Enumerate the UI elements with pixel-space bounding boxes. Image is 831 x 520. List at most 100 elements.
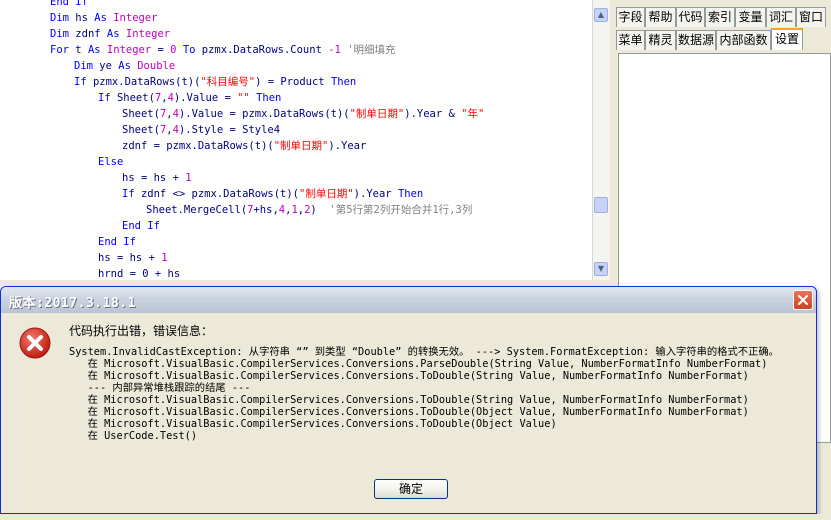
tab-5[interactable]: 词汇 <box>766 7 796 27</box>
error-detail-line: 在 Microsoft.VisualBasic.CompilerServices… <box>69 406 749 418</box>
dialog-titlebar[interactable]: 版本:2017.3.18.1 <box>1 287 816 313</box>
code-line[interactable]: Sheet(7,4).Style = Style4 <box>122 122 280 138</box>
tab-0[interactable]: 菜单 <box>616 30 645 50</box>
code-token: 1 <box>161 252 168 264</box>
code-token: hs <box>75 12 95 24</box>
code-token: t <box>75 44 88 56</box>
code-line[interactable]: End If <box>98 234 136 250</box>
code-token: Then <box>256 92 282 104</box>
code-token: ) <box>310 204 330 216</box>
code-token: ).Value = <box>173 92 238 104</box>
code-line[interactable]: Sheet.MergeCell(7+hs,4,1,2) '第5行第2列开始合并1… <box>146 202 472 218</box>
code-token: "年" <box>461 108 485 120</box>
code-token: "制单日期" <box>299 188 354 200</box>
code-token: Then <box>330 76 357 88</box>
code-token: ).Year <box>328 140 367 152</box>
code-token: End If <box>50 0 88 8</box>
code-token: As <box>87 44 107 56</box>
code-token: Double <box>137 60 176 72</box>
code-token: = <box>157 44 171 56</box>
code-token: Dim <box>74 60 100 72</box>
editor-vertical-scrollbar[interactable]: ▲ ▼ <box>592 0 610 280</box>
tab-2[interactable]: 数据源 <box>676 30 716 50</box>
code-token: End If <box>122 220 160 232</box>
error-details: System.InvalidCastException: 从字符串 “” 到类型… <box>69 346 779 442</box>
code-token: hs = hs + <box>98 252 162 264</box>
code-token: Sheet( <box>116 92 155 104</box>
code-line[interactable]: If zdnf <> pzmx.DataRows(t)("制单日期").Year… <box>122 186 423 202</box>
code-line[interactable]: If pzmx.DataRows(t)("科目编号") = Product Th… <box>74 74 356 90</box>
dialog-title: 版本:2017.3.18.1 <box>9 296 136 311</box>
code-token: If <box>98 92 117 104</box>
code-token: ye <box>99 60 119 72</box>
code-token: Dim <box>50 28 76 40</box>
code-token: '明细填充 <box>347 44 396 56</box>
code-token: "科目编号" <box>200 76 256 88</box>
tab-0[interactable]: 字段 <box>616 7 645 27</box>
arrow-down-icon[interactable]: ▼ <box>594 262 608 276</box>
status-strip <box>0 514 831 520</box>
code-token: hrnd = 0 + hs <box>98 268 181 280</box>
tab-2[interactable]: 代码 <box>676 7 705 27</box>
code-token: -1 <box>328 44 348 56</box>
code-token: zdnf <box>75 28 107 40</box>
code-token: +hs, <box>253 204 279 216</box>
tab-1[interactable]: 帮助 <box>645 7 676 27</box>
tab-6[interactable]: 窗口 <box>796 7 826 27</box>
error-detail-line: System.InvalidCastException: 从字符串 “” 到类型… <box>69 346 779 358</box>
code-token: If <box>74 76 93 88</box>
code-token: Then <box>397 188 424 200</box>
code-line[interactable]: For t As Integer = 0 To pzmx.DataRows.Co… <box>50 42 396 58</box>
code-line[interactable]: hrnd = 0 + hs <box>98 266 180 280</box>
code-token: "" <box>237 92 257 104</box>
code-line[interactable]: Dim hs As Integer <box>50 10 158 26</box>
code-token: zdnf <> pzmx.DataRows(t)( <box>140 188 300 200</box>
error-message: 代码执行出错，错误信息： <box>69 324 214 338</box>
error-detail-line: 在 Microsoft.VisualBasic.CompilerServices… <box>69 370 749 382</box>
ok-button[interactable]: 确定 <box>374 479 448 499</box>
code-token: '第5行第2列开始合并1行,3列 <box>329 204 473 216</box>
code-token: As <box>118 60 138 72</box>
code-token: Else <box>98 156 124 168</box>
code-line[interactable]: End If <box>50 0 88 10</box>
tab-3[interactable]: 索引 <box>705 7 735 27</box>
code-token: ).Year & <box>404 108 462 120</box>
code-token: Integer <box>113 12 158 24</box>
code-token: Sheet.MergeCell( <box>146 204 248 216</box>
code-line[interactable]: zdnf = pzmx.DataRows(t)("制单日期").Year <box>122 138 366 154</box>
code-token: pzmx.DataRows.Count <box>201 44 329 56</box>
code-token: If <box>122 188 141 200</box>
code-token: ).Year <box>353 188 398 200</box>
code-token: 0 <box>170 44 183 56</box>
code-editor[interactable]: End If Dim hs As Integer Dim zdnf As Integ… <box>0 0 592 280</box>
code-token: As <box>106 28 126 40</box>
tab-1[interactable]: 精灵 <box>645 30 676 50</box>
code-token: Sheet( <box>122 124 160 136</box>
error-detail-line: 在 Microsoft.VisualBasic.CompilerServices… <box>69 358 768 370</box>
tab-3[interactable]: 内部函数 <box>716 30 771 50</box>
code-token: ).Value = pzmx.DataRows(t)( <box>178 108 350 120</box>
code-token: hs = hs + <box>122 172 186 184</box>
tab-4[interactable]: 设置 <box>771 28 803 50</box>
code-line[interactable]: Sheet(7,4).Value = pzmx.DataRows(t)("制单日… <box>122 106 484 122</box>
code-token: pzmx.DataRows(t)( <box>92 76 201 88</box>
code-token: For <box>50 44 76 56</box>
code-line[interactable]: Dim ye As Double <box>74 58 175 74</box>
code-line[interactable]: hs = hs + 1 <box>122 170 192 186</box>
close-button[interactable] <box>793 290 813 310</box>
code-token: Integer <box>106 44 158 56</box>
error-icon <box>19 327 51 359</box>
scrollbar-thumb[interactable] <box>594 197 608 213</box>
code-line[interactable]: If Sheet(7,4).Value = "" Then <box>98 90 281 106</box>
arrow-up-icon[interactable]: ▲ <box>594 8 608 22</box>
error-detail-line: 在 Microsoft.VisualBasic.CompilerServices… <box>69 418 557 430</box>
error-dialog: 版本:2017.3.18.1 代码执行出错，错误信息： System.Inval… <box>0 286 817 514</box>
code-token: As <box>94 12 114 24</box>
tab-4[interactable]: 变量 <box>735 7 766 27</box>
code-line[interactable]: Else <box>98 154 123 170</box>
code-line[interactable]: Dim zdnf As Integer <box>50 26 170 42</box>
code-token: zdnf = pzmx.DataRows(t)( <box>122 140 274 152</box>
close-icon <box>798 295 808 305</box>
code-line[interactable]: End If <box>122 218 160 234</box>
code-line[interactable]: hs = hs + 1 <box>98 250 168 266</box>
